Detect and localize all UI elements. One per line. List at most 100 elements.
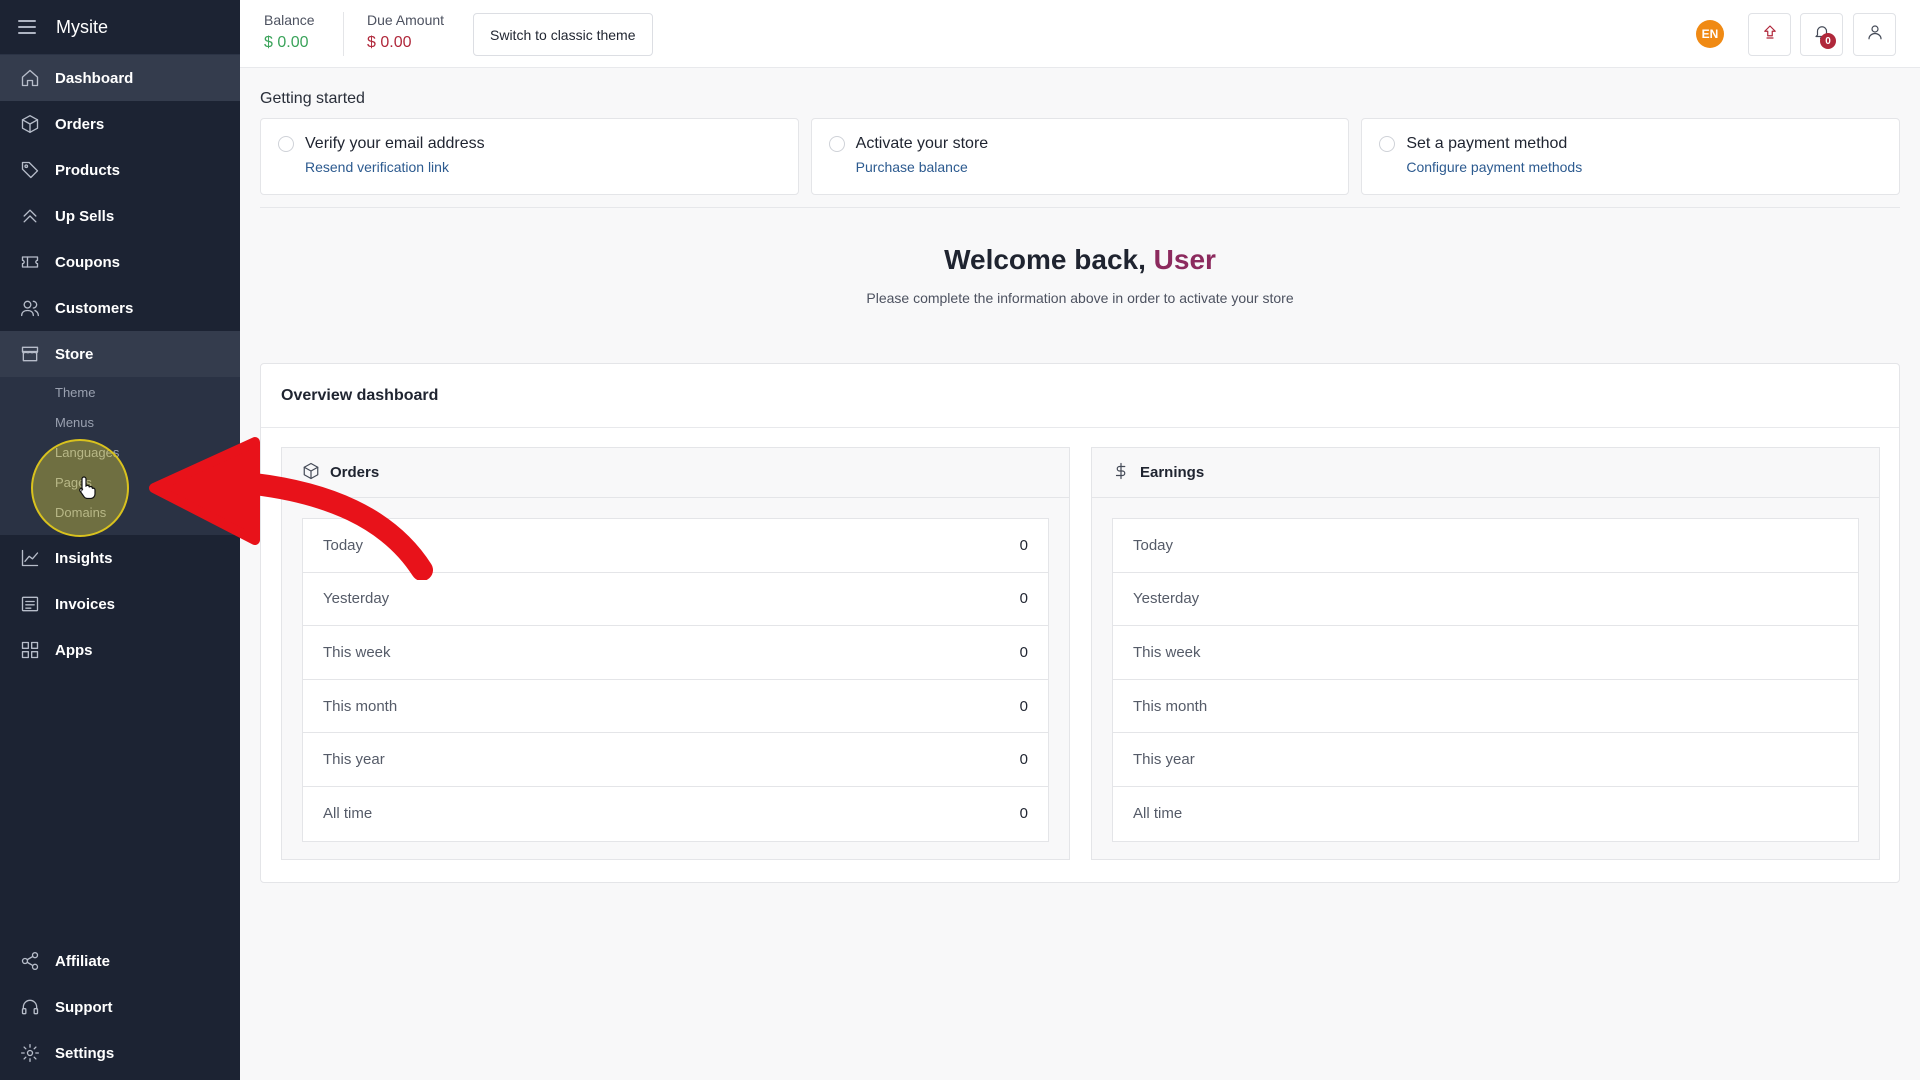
notifications-button[interactable]: 0 [1800,13,1843,56]
box-icon [20,114,40,134]
sidebar-item-label: Invoices [55,595,116,613]
table-row: Yesterday [1113,573,1858,627]
sidebar-item-label: Products [55,161,121,179]
step-status-radio [278,136,294,152]
earnings-panel-title: Earnings [1140,464,1205,481]
sidebar-item-customers[interactable]: Customers [0,285,240,331]
sidebar-item-store[interactable]: Store [0,331,240,377]
users-icon [20,298,40,318]
welcome-heading: Welcome back, User [260,244,1900,276]
sidebar-bottom: Affiliate Support Settings [0,938,240,1080]
language-badge[interactable]: EN [1696,20,1724,48]
overview-dashboard: Overview dashboard Orders Today 0 Yesterd… [260,363,1900,883]
dollar-icon [1112,462,1140,484]
top-bar: Balance $ 0.00 Due Amount $ 0.00 Switch … [240,0,1920,68]
table-row: All time 0 [303,787,1048,841]
ticket-icon [20,252,40,272]
resend-verification-link[interactable]: Resend verification link [305,159,449,175]
earnings-panel: Earnings Today Yesterday This week This … [1091,447,1880,860]
balance-value: $ 0.00 [264,34,309,51]
due-amount-label: Due Amount [367,12,445,28]
row-label: This week [323,643,391,661]
getting-started-steps: Verify your email address Resend verific… [260,118,1901,195]
share-icon [20,951,40,971]
row-label: Yesterday [1133,590,1200,608]
sidebar-item-label: Customers [55,299,134,317]
hamburger-menu-icon[interactable] [18,20,36,34]
hand-cursor-icon [79,476,96,499]
row-label: This week [1133,643,1201,661]
due-amount-stat: Due Amount $ 0.00 [367,12,444,52]
site-title: Mysite [56,16,109,37]
configure-payment-methods-link[interactable]: Configure payment methods [1406,159,1582,175]
due-amount-value: $ 0.00 [367,34,412,51]
upgrade-icon [1761,23,1779,46]
chevrons-up-icon [20,206,40,226]
gear-icon [20,1043,40,1063]
table-row: Yesterday 0 [303,573,1048,627]
getting-started-title: Getting started [260,90,365,107]
row-label: Yesterday [323,590,390,608]
row-value: 0 [1019,805,1028,823]
welcome-prefix: Welcome back, [944,244,1154,275]
welcome-subtitle: Please complete the information above in… [866,290,1294,306]
switch-theme-button[interactable]: Switch to classic theme [473,13,653,56]
sidebar-item-settings[interactable]: Settings [0,1030,240,1076]
row-value: 0 [1019,751,1028,769]
table-row: All time [1113,787,1858,841]
step-verify-email: Verify your email address Resend verific… [260,118,799,195]
sidebar-item-invoices[interactable]: Invoices [0,581,240,627]
user-menu-button[interactable] [1853,13,1896,56]
sidebar-item-dashboard[interactable]: Dashboard [0,55,240,101]
welcome-user-name: User [1153,244,1216,275]
sidebar-subitem-theme[interactable]: Theme [0,377,240,407]
headset-icon [20,997,40,1017]
row-value: 0 [1019,697,1028,715]
sidebar-item-label: Coupons [55,253,120,271]
sidebar-item-upsells[interactable]: Up Sells [0,193,240,239]
purchase-balance-link[interactable]: Purchase balance [856,159,968,175]
grid-icon [20,640,40,660]
sidebar-item-support[interactable]: Support [0,984,240,1030]
row-value: 0 [1019,643,1028,661]
table-row: This month 0 [303,680,1048,734]
table-row: Today [1113,519,1858,573]
row-label: All time [323,805,373,823]
earnings-stats-table: Today Yesterday This week This month Thi… [1112,518,1859,842]
table-row: This week 0 [303,626,1048,680]
sidebar-item-coupons[interactable]: Coupons [0,239,240,285]
invoice-icon [20,594,40,614]
balance-stat: Balance $ 0.00 [264,12,315,52]
sidebar-item-orders[interactable]: Orders [0,101,240,147]
row-label: This year [323,751,385,769]
sidebar-item-label: Dashboard [55,69,134,87]
overview-title: Overview dashboard [261,364,1899,428]
step-payment-method: Set a payment method Configure payment m… [1361,118,1901,195]
store-icon [20,344,40,364]
row-label: Today [1133,536,1174,554]
step-title: Verify your email address [305,135,485,152]
sidebar-item-label: Insights [55,549,113,567]
user-icon [1866,23,1884,46]
upgrade-button[interactable] [1748,13,1791,56]
step-title: Activate your store [855,135,989,152]
table-row: This year 0 [303,733,1048,787]
sidebar-item-products[interactable]: Products [0,147,240,193]
step-status-radio [1379,136,1396,152]
sidebar-item-label: Apps [55,641,93,659]
sidebar-item-label: Settings [55,1044,115,1062]
divider [260,207,1900,208]
row-value: 0 [1019,536,1028,554]
row-label: This year [1133,751,1195,769]
sidebar-item-apps[interactable]: Apps [0,627,240,673]
row-label: This month [1133,697,1208,715]
row-label: This month [323,697,398,715]
table-row: This week [1113,626,1858,680]
earnings-panel-header: Earnings [1092,448,1879,498]
sidebar-item-label: Affiliate [55,952,111,970]
step-status-radio [828,136,845,152]
sidebar-item-label: Store [55,345,94,363]
home-icon [20,68,40,88]
sidebar-item-affiliate[interactable]: Affiliate [0,938,240,984]
row-label: All time [1133,805,1183,823]
